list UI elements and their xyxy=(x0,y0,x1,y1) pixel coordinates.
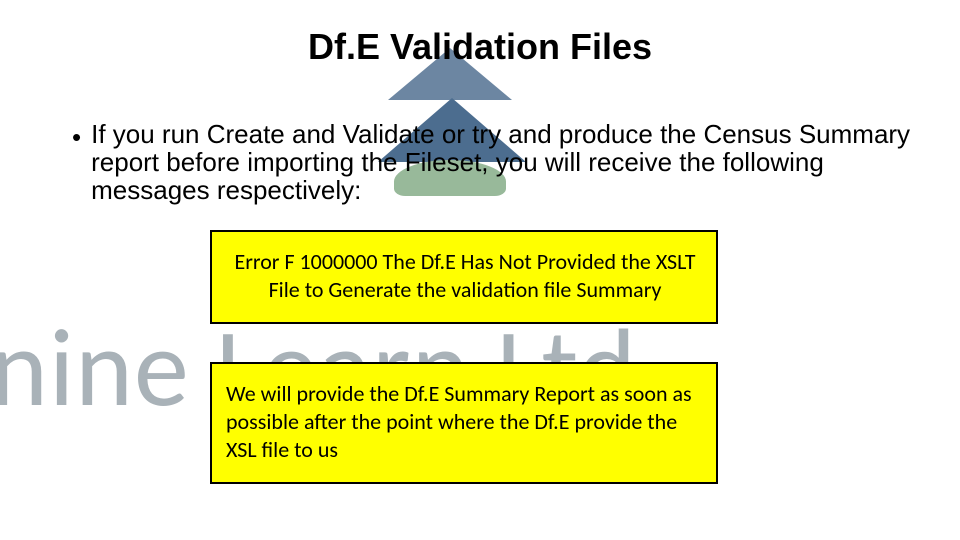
info-message-box: We will provide the Df.E Summary Report … xyxy=(210,362,718,484)
error-message-text: Error F 1000000 The Df.E Has Not Provide… xyxy=(226,248,704,304)
bullet-marker: • xyxy=(72,122,81,152)
bullet-text: If you run Create and Validate or try an… xyxy=(91,120,920,204)
error-message-box: Error F 1000000 The Df.E Has Not Provide… xyxy=(210,230,718,324)
info-message-text: We will provide the Df.E Summary Report … xyxy=(226,380,704,464)
slide-body: • If you run Create and Validate or try … xyxy=(72,120,920,204)
slide: Pennine Learn Ltd Df.E Validation Files … xyxy=(0,0,960,540)
bullet-item: • If you run Create and Validate or try … xyxy=(72,120,920,204)
slide-title: Df.E Validation Files xyxy=(0,26,960,68)
